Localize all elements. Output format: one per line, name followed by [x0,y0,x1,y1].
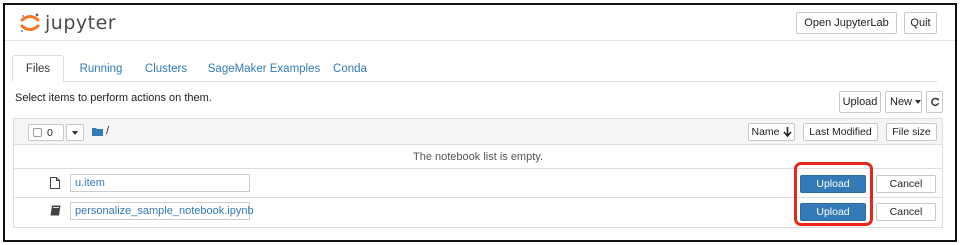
sort-by-file-size-button[interactable]: File size [886,123,937,141]
selected-count: 0 [47,126,53,139]
logo-text: jupyter [45,12,117,34]
open-jupyterlab-button[interactable]: Open JupyterLab [796,12,897,34]
header: jupyter Open JupyterLab Quit [5,5,955,41]
refresh-icon [930,97,939,107]
jupyter-logo-icon [20,13,40,33]
upload-row: personalize_sample_notebook.ipynb Upload… [14,198,942,226]
tab-running[interactable]: Running [71,55,131,82]
empty-list-message: The notebook list is empty. [14,145,942,169]
notebook-icon [50,205,61,216]
notebook-list: 0 / Name Last Modified File size The not… [13,118,943,228]
refresh-button[interactable] [926,91,943,113]
cancel-upload-button[interactable]: Cancel [876,175,936,193]
tab-sagemaker-examples[interactable]: SageMaker Examples [205,55,323,82]
arrow-down-icon [782,127,792,137]
file-icon [50,177,60,189]
upload-file-button[interactable]: Upload [800,175,866,193]
select-all-checkbox[interactable]: 0 [28,124,64,141]
upload-file-button[interactable]: Upload [800,203,866,221]
tab-files[interactable]: Files [12,55,64,82]
notebook-list-header: 0 / Name Last Modified File size [14,119,942,145]
sort-by-last-modified-button[interactable]: Last Modified [803,123,878,141]
tab-clusters[interactable]: Clusters [137,55,195,82]
checkbox-icon [33,128,42,137]
caret-down-icon [72,130,78,135]
select-dropdown-button[interactable] [66,124,84,141]
current-path[interactable]: / [106,125,109,137]
sort-by-name-button[interactable]: Name [748,123,795,141]
filename-input[interactable]: u.item [70,174,250,192]
filename-input[interactable]: personalize_sample_notebook.ipynb [70,202,254,220]
caret-down-icon [915,100,922,104]
new-dropdown-button[interactable]: New [885,91,922,113]
cancel-upload-button[interactable]: Cancel [876,203,936,221]
upload-button[interactable]: Upload [839,91,881,113]
quit-button[interactable]: Quit [904,12,937,34]
sort-name-label: Name [751,126,780,138]
jupyter-logo[interactable]: jupyter [19,11,116,35]
jupyter-window: jupyter Open JupyterLab Quit Files Runni… [3,3,957,242]
new-label: New [890,96,913,108]
instructions-text: Select items to perform actions on them. [15,92,212,104]
tab-conda[interactable]: Conda [330,55,370,82]
upload-row: u.item Upload Cancel [14,170,942,198]
tab-bar: Files Running Clusters SageMaker Example… [12,55,937,82]
folder-icon[interactable] [92,127,103,136]
